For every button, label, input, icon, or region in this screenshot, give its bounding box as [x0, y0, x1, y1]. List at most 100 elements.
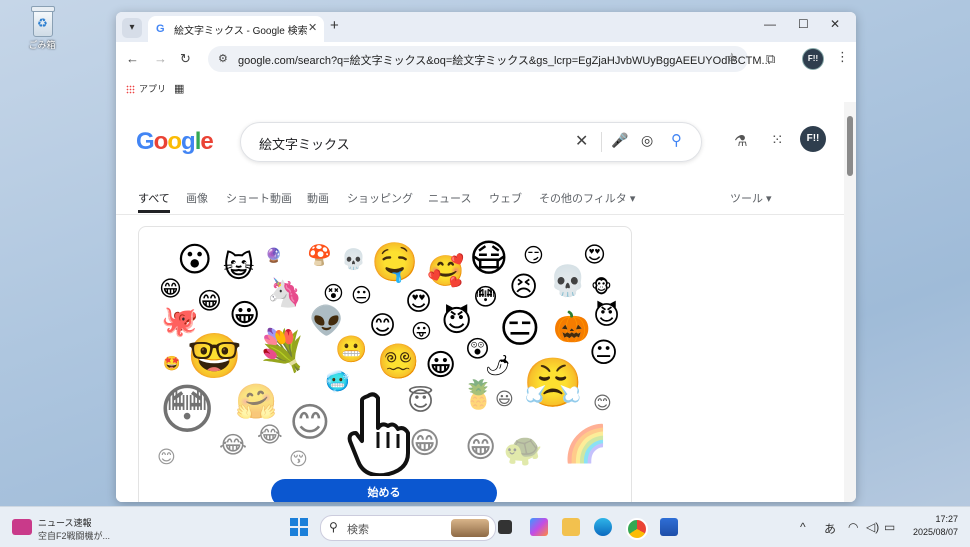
emoji-face: 🌶 [485, 353, 511, 377]
emoji-face: 😍 [583, 243, 606, 268]
emoji-face: 😷 [469, 236, 509, 280]
emoji-face: 😑 [499, 306, 541, 352]
file-explorer-icon[interactable] [562, 518, 580, 536]
emoji-face: 🍍 [461, 378, 496, 411]
search-results-page: Google 絵文字ミックス ✕ 🎤 ◎ ⚲ ⚗ ⁙ F!! すべて 画像 ショ… [116, 102, 844, 502]
windows-start-icon[interactable] [290, 518, 308, 536]
time: 17:27 [935, 514, 958, 524]
close-window-button[interactable]: ✕ [830, 17, 840, 31]
emoji-face: 🤤 [371, 240, 419, 284]
emoji-face: 😏 [523, 243, 544, 267]
clear-search-icon[interactable]: ✕ [575, 131, 588, 151]
task-view-icon[interactable] [498, 520, 512, 534]
emoji-face: 🎃 [553, 310, 591, 345]
emoji-face: 😈 [441, 304, 473, 339]
ime-indicator[interactable]: あ [824, 520, 836, 537]
taskbar-search[interactable]: ⚲ 検索 [320, 515, 496, 541]
labs-flask-icon[interactable]: ⚗ [734, 132, 747, 150]
emoji-face: 😺 [223, 250, 255, 285]
page-scrollbar[interactable] [844, 102, 856, 502]
voice-search-icon[interactable]: 🎤 [611, 132, 628, 149]
emoji-face: 😛 [411, 319, 432, 343]
emoji-face: 💐 [257, 328, 307, 374]
emoji-face: 😣 [509, 270, 539, 303]
tray-overflow-icon[interactable]: ^ [800, 520, 806, 534]
emoji-face: 😀 [229, 298, 261, 333]
tab-images[interactable]: 画像 [186, 190, 208, 206]
tab-shopping[interactable]: ショッピング [347, 190, 413, 206]
search-icon: ⚲ [329, 520, 338, 534]
emoji-face: 😁 [159, 277, 182, 302]
tab-news[interactable]: ニュース [428, 190, 471, 206]
tab-groups-icon[interactable]: ▦ [174, 82, 184, 95]
emoji-face: 🐵 [591, 277, 612, 298]
extensions-icon[interactable]: ⧉ [766, 51, 775, 67]
emoji-face: 😃 [495, 389, 514, 410]
copilot-icon[interactable] [530, 518, 548, 536]
bookmark-star-icon[interactable]: ☆ [726, 50, 738, 66]
emoji-face: 😈 [593, 301, 621, 331]
emoji-face: 👽 [309, 304, 344, 337]
emoji-face: 😵‍💫 [377, 342, 420, 382]
emoji-face: 😀 [425, 348, 457, 383]
tab-more-filters[interactable]: その他のフィルタ ▾ [539, 190, 635, 206]
close-tab-icon[interactable]: ✕ [308, 21, 317, 34]
site-info-icon[interactable]: ⚙ [218, 52, 228, 65]
emoji-face: 😮 [177, 240, 213, 280]
edge-icon[interactable] [594, 518, 612, 536]
emoji-face: 🐢 [503, 430, 543, 468]
tab-bar: ▾ G 絵文字ミックス - Google 検索 ✕ + — ☐ ✕ [116, 12, 856, 42]
maximize-button[interactable]: ☐ [798, 17, 809, 31]
chrome-icon[interactable] [626, 518, 648, 540]
pointing-hand-cursor-icon [347, 392, 410, 476]
tab-short-videos[interactable]: ショート動画 [226, 190, 292, 206]
tab-all[interactable]: すべて [138, 190, 170, 213]
emoji-face: 😊 [289, 400, 331, 446]
emoji-face: 💀 [549, 264, 587, 299]
tab-web[interactable]: ウェブ [489, 190, 522, 206]
store-icon[interactable] [660, 518, 678, 536]
search-query[interactable]: 絵文字ミックス [259, 134, 350, 153]
google-apps-icon[interactable]: ⁙ [771, 131, 784, 149]
google-logo[interactable]: Google [136, 128, 214, 156]
recycle-bin-icon: ♻ [29, 6, 55, 37]
tab-search-button[interactable]: ▾ [122, 18, 142, 38]
tab-videos[interactable]: 動画 [307, 190, 329, 206]
start-button[interactable]: 始める [271, 479, 497, 502]
reload-button[interactable]: ↻ [180, 51, 191, 67]
url-text: google.com/search?q=絵文字ミックス&oq=絵文字ミックス&g… [238, 55, 771, 67]
forward-button[interactable]: → [154, 51, 167, 66]
battery-icon[interactable]: ▭ [884, 520, 895, 534]
new-tab-button[interactable]: + [330, 17, 339, 34]
browser-menu-icon[interactable]: ⋮ [836, 49, 849, 65]
emoji-face: 😐 [589, 336, 619, 369]
scrollbar-thumb[interactable] [847, 116, 853, 176]
tools-button[interactable]: ツール ▾ [730, 190, 772, 206]
bookmark-apps[interactable]: アプリ [126, 82, 166, 95]
apps-label: アプリ [139, 84, 167, 94]
emoji-face: 🥰 [427, 254, 465, 289]
tab-google-search[interactable]: G 絵文字ミックス - Google 検索 ✕ [148, 16, 324, 42]
address-bar[interactable]: ⚙ google.com/search?q=絵文字ミックス&oq=絵文字ミックス… [208, 46, 771, 72]
tab-title: 絵文字ミックス - Google 検索 [174, 26, 308, 37]
account-avatar[interactable]: F!! [800, 126, 826, 152]
recycle-bin[interactable]: ♻ ごみ箱 [22, 6, 62, 51]
emoji-face: 🤗 [235, 382, 278, 422]
search-box[interactable]: 絵文字ミックス ✕ 🎤 ◎ ⚲ [240, 122, 702, 162]
profile-avatar[interactable]: F!! [802, 48, 824, 70]
emoji-face: 😂 [219, 431, 248, 459]
wifi-icon[interactable]: ◠ [848, 520, 858, 534]
emoji-face: 😊 [157, 447, 176, 468]
back-button[interactable]: ← [126, 51, 139, 66]
browser-window: ▾ G 絵文字ミックス - Google 検索 ✕ + — ☐ ✕ ← → ↻ … [116, 12, 856, 502]
lens-search-icon[interactable]: ◎ [641, 132, 653, 149]
search-icon[interactable]: ⚲ [671, 131, 682, 149]
emoji-face: 😁 [409, 426, 441, 461]
google-favicon-icon: G [156, 23, 165, 35]
emoji-face: 😳 [159, 378, 216, 441]
clock[interactable]: 17:27 2025/08/07 [902, 513, 958, 539]
emoji-face: 🦄 [267, 276, 302, 309]
minimize-button[interactable]: — [764, 17, 776, 31]
volume-icon[interactable]: ◁) [866, 520, 879, 534]
taskbar: ニュース速報 空自F2戦闘機が... ⚲ 検索 ^ あ ◠ ◁) ▭ 17:27… [0, 506, 970, 547]
